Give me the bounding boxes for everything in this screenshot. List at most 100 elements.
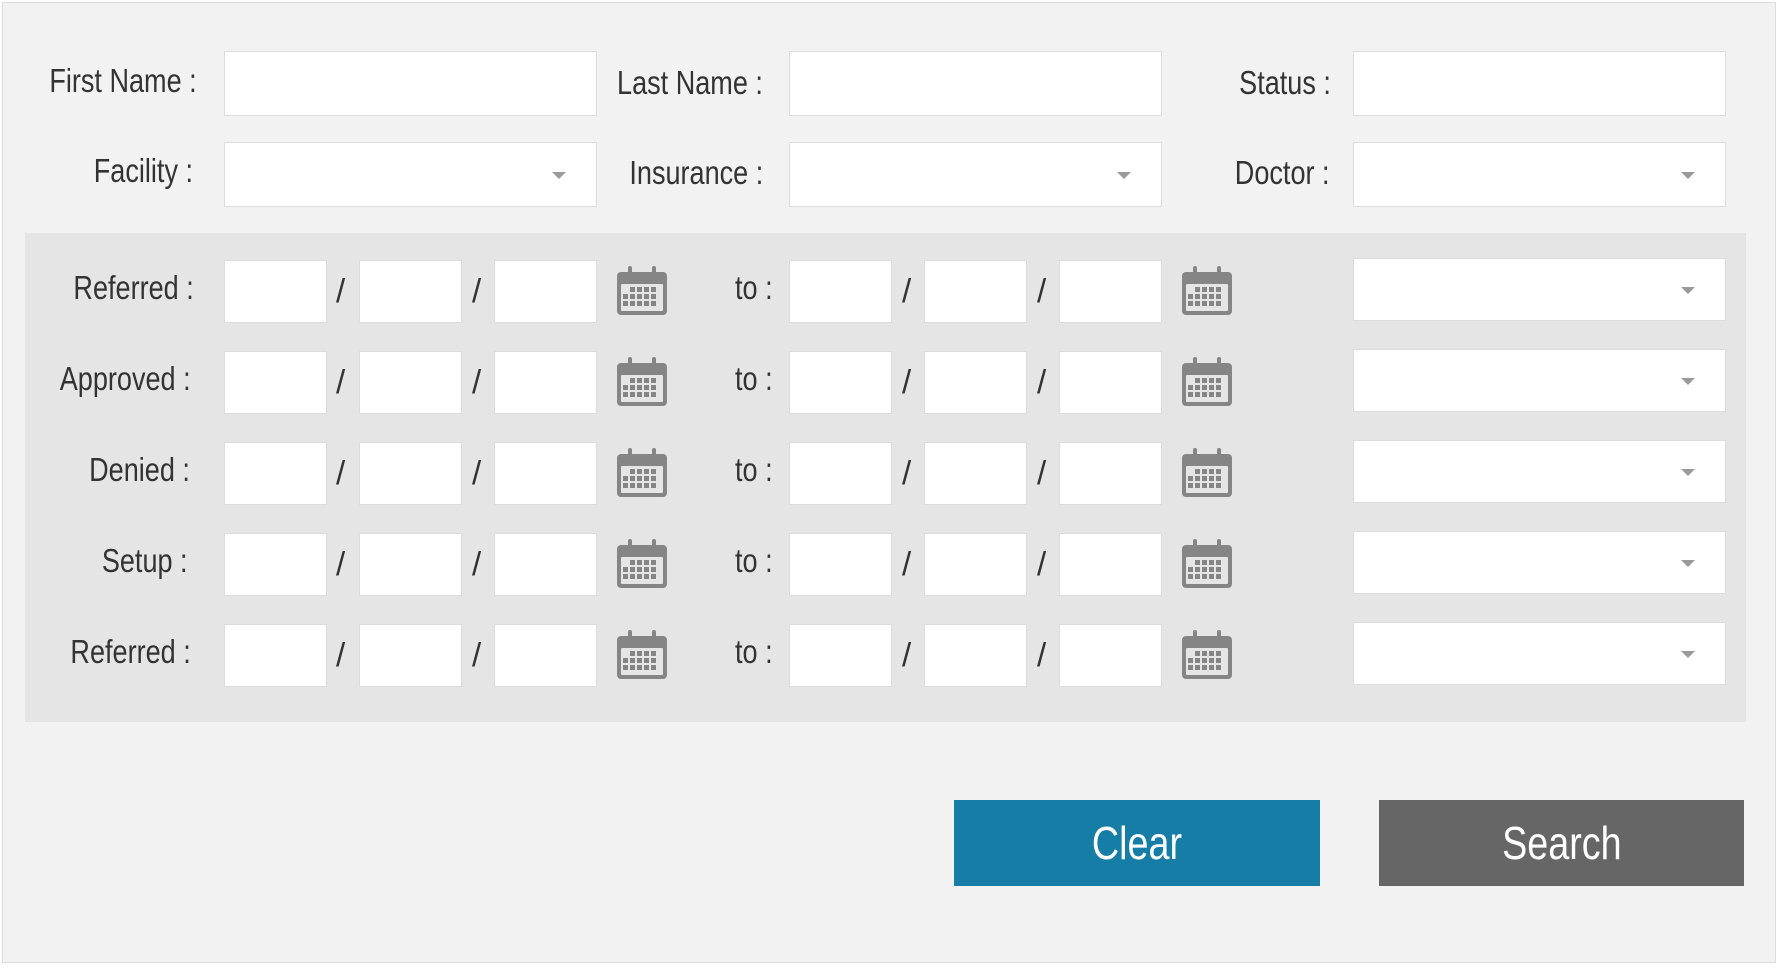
date-type-select[interactable] <box>1353 622 1726 685</box>
facility-label: Facility : <box>93 152 193 189</box>
chevron-down-icon <box>1681 286 1695 294</box>
date-row-label: Referred : <box>73 269 194 306</box>
date-separator: / <box>472 454 482 491</box>
date-type-select[interactable] <box>1353 349 1726 412</box>
to-year-input[interactable] <box>1059 351 1162 414</box>
search-button-label: Search <box>1501 817 1622 869</box>
date-row-label: Referred : <box>70 633 191 670</box>
date-type-select[interactable] <box>1353 531 1726 594</box>
to-year-input[interactable] <box>1059 442 1162 505</box>
date-separator: / <box>472 363 482 400</box>
calendar-icon[interactable] <box>1181 265 1233 317</box>
date-separator: / <box>902 545 912 582</box>
doctor-label: Doctor : <box>1235 154 1330 191</box>
from-year-input[interactable] <box>494 624 597 687</box>
to-label: to : <box>735 633 773 670</box>
to-label: to : <box>735 451 773 488</box>
date-separator: / <box>902 363 912 400</box>
to-day-input[interactable] <box>924 260 1027 323</box>
to-label: to : <box>735 269 773 306</box>
date-separator: / <box>1037 363 1047 400</box>
date-row-label: Denied : <box>89 451 190 488</box>
to-year-input[interactable] <box>1059 260 1162 323</box>
search-button[interactable]: Search <box>1379 800 1744 886</box>
date-row-label: Setup : <box>102 542 188 579</box>
calendar-icon[interactable] <box>616 538 668 590</box>
to-year-input[interactable] <box>1059 533 1162 596</box>
date-separator: / <box>472 272 482 309</box>
from-month-input[interactable] <box>224 624 327 687</box>
date-separator: / <box>902 454 912 491</box>
first-name-label: First Name : <box>49 62 197 99</box>
chevron-down-icon <box>1681 468 1695 476</box>
date-separator: / <box>336 454 346 491</box>
date-separator: / <box>902 636 912 673</box>
calendar-icon[interactable] <box>1181 629 1233 681</box>
chevron-down-icon <box>1681 377 1695 385</box>
insurance-label: Insurance : <box>629 154 763 191</box>
calendar-icon[interactable] <box>1181 447 1233 499</box>
to-year-input[interactable] <box>1059 624 1162 687</box>
to-label: to : <box>735 360 773 397</box>
search-panel: First Name : Last Name : Status : Facili… <box>2 2 1776 963</box>
calendar-icon[interactable] <box>616 629 668 681</box>
from-month-input[interactable] <box>224 260 327 323</box>
last-name-label: Last Name : <box>617 64 763 101</box>
date-row-label: Approved : <box>60 360 191 397</box>
calendar-icon[interactable] <box>616 265 668 317</box>
from-day-input[interactable] <box>359 624 462 687</box>
calendar-icon[interactable] <box>616 356 668 408</box>
from-year-input[interactable] <box>494 260 597 323</box>
to-month-input[interactable] <box>789 442 892 505</box>
to-month-input[interactable] <box>789 260 892 323</box>
chevron-down-icon <box>1117 171 1131 179</box>
to-day-input[interactable] <box>924 351 1027 414</box>
from-day-input[interactable] <box>359 351 462 414</box>
date-type-select[interactable] <box>1353 440 1726 503</box>
status-label: Status : <box>1239 64 1331 101</box>
insurance-select[interactable] <box>789 142 1162 207</box>
clear-button-label: Clear <box>1091 817 1183 869</box>
to-day-input[interactable] <box>924 533 1027 596</box>
facility-select[interactable] <box>224 142 597 207</box>
to-day-input[interactable] <box>924 442 1027 505</box>
chevron-down-icon <box>1681 559 1695 567</box>
from-day-input[interactable] <box>359 533 462 596</box>
doctor-select[interactable] <box>1353 142 1726 207</box>
date-separator: / <box>336 363 346 400</box>
last-name-input[interactable] <box>789 51 1162 116</box>
date-type-select[interactable] <box>1353 258 1726 321</box>
chevron-down-icon <box>552 171 566 179</box>
chevron-down-icon <box>1681 171 1695 179</box>
chevron-down-icon <box>1681 650 1695 658</box>
date-separator: / <box>1037 272 1047 309</box>
from-month-input[interactable] <box>224 351 327 414</box>
date-separator: / <box>902 272 912 309</box>
from-month-input[interactable] <box>224 442 327 505</box>
clear-button[interactable]: Clear <box>954 800 1320 886</box>
date-separator: / <box>336 545 346 582</box>
date-separator: / <box>472 636 482 673</box>
to-month-input[interactable] <box>789 624 892 687</box>
date-separator: / <box>1037 454 1047 491</box>
date-separator: / <box>336 636 346 673</box>
to-label: to : <box>735 542 773 579</box>
from-year-input[interactable] <box>494 351 597 414</box>
to-month-input[interactable] <box>789 351 892 414</box>
date-separator: / <box>1037 636 1047 673</box>
from-day-input[interactable] <box>359 442 462 505</box>
from-year-input[interactable] <box>494 442 597 505</box>
to-day-input[interactable] <box>924 624 1027 687</box>
date-separator: / <box>1037 545 1047 582</box>
to-month-input[interactable] <box>789 533 892 596</box>
from-year-input[interactable] <box>494 533 597 596</box>
first-name-input[interactable] <box>224 51 597 116</box>
date-separator: / <box>336 272 346 309</box>
from-day-input[interactable] <box>359 260 462 323</box>
from-month-input[interactable] <box>224 533 327 596</box>
date-separator: / <box>472 545 482 582</box>
calendar-icon[interactable] <box>1181 356 1233 408</box>
calendar-icon[interactable] <box>1181 538 1233 590</box>
status-input[interactable] <box>1353 51 1726 116</box>
calendar-icon[interactable] <box>616 447 668 499</box>
